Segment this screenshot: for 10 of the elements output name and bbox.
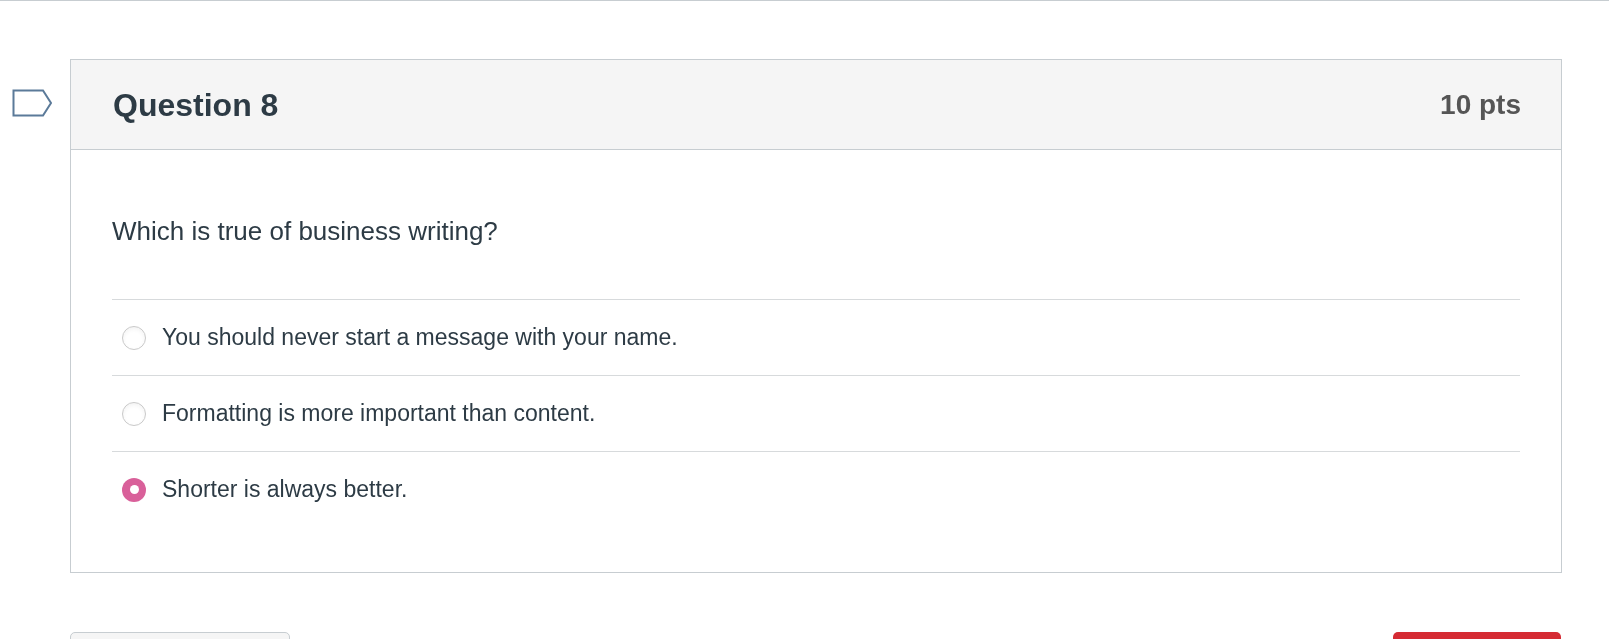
radio-button[interactable] [122,401,146,426]
flag-icon[interactable] [12,89,53,117]
question-text: Which is true of business writing? [112,215,499,248]
question-title: Question 8 [113,85,279,125]
radio-button[interactable] [122,325,146,350]
answer-label[interactable]: Shorter is always better. [162,472,408,507]
points-label: 10 pts [1440,87,1521,122]
answer-label[interactable]: You should never start a message with your name. [162,320,678,355]
answer-label[interactable]: Formatting is more important than content. [162,396,596,431]
radio-button[interactable] [122,477,146,502]
